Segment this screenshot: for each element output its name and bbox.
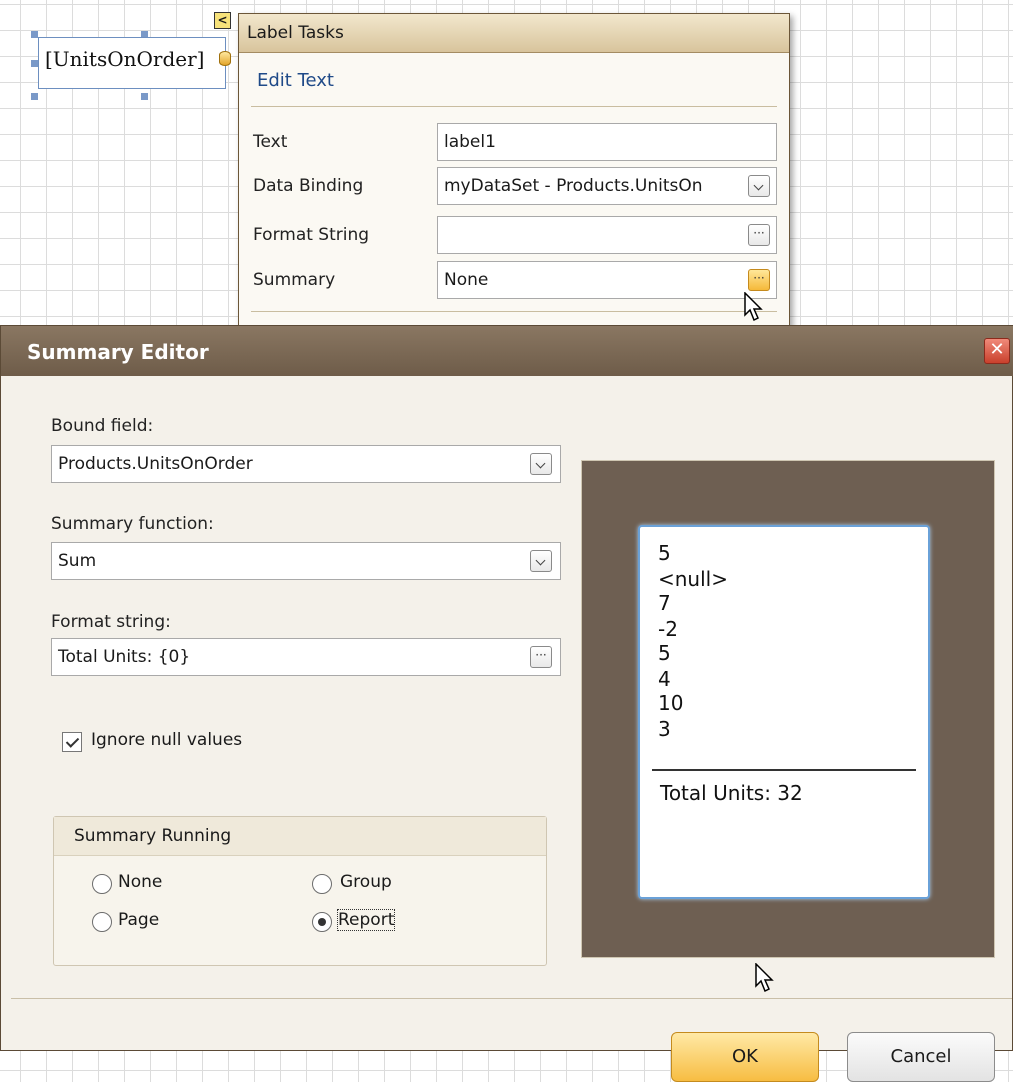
- radio-page[interactable]: [92, 912, 112, 932]
- report-label-text: [UnitsOnOrder]: [45, 47, 205, 71]
- summary-function-label: Summary function:: [51, 514, 214, 534]
- preview-value: 10: [658, 691, 684, 715]
- summary-value: None: [444, 270, 489, 290]
- preview-panel: 5 <null> 7 -2 5 4 10 3 Total Units: 32: [581, 460, 995, 958]
- format-string-field[interactable]: Total Units: {0} ···: [51, 638, 561, 676]
- preview-value: 5: [658, 641, 671, 665]
- radio-page-label[interactable]: Page: [118, 910, 159, 930]
- checkmark-icon: [65, 734, 80, 748]
- summary-field[interactable]: None ···: [437, 261, 777, 299]
- data-binding-value: myDataSet - Products.UnitsOn: [444, 176, 703, 196]
- bound-field-dropdown[interactable]: Products.UnitsOnOrder: [51, 445, 561, 483]
- bound-field-label: Bound field:: [51, 416, 154, 436]
- ellipsis-button[interactable]: ···: [530, 646, 552, 668]
- label-tasks-panel: Label Tasks Edit Text Text label1 Data B…: [238, 13, 790, 353]
- summary-label: Summary: [253, 270, 336, 290]
- dropdown-button[interactable]: [748, 175, 770, 197]
- data-binding-dropdown[interactable]: myDataSet - Products.UnitsOn: [437, 167, 777, 205]
- summary-running-group: Summary Running None Group Page Report: [53, 816, 547, 966]
- label-tasks-title: Label Tasks: [239, 14, 789, 53]
- mouse-cursor-icon: [744, 292, 763, 322]
- data-binding-label: Data Binding: [253, 176, 364, 196]
- summary-running-title: Summary Running: [54, 817, 546, 856]
- preview-value: 5: [658, 541, 671, 565]
- preview-total: Total Units: 32: [660, 781, 803, 805]
- chevron-down-icon: [753, 180, 764, 191]
- resize-handle[interactable]: [31, 93, 38, 100]
- resize-handle[interactable]: [31, 60, 38, 67]
- preview-value: 7: [658, 591, 671, 615]
- radio-group[interactable]: [312, 874, 332, 894]
- dialog-body: Bound field: Products.UnitsOnOrder Summa…: [11, 376, 1012, 1082]
- bound-field-value: Products.UnitsOnOrder: [58, 454, 253, 474]
- radio-none-label[interactable]: None: [118, 872, 162, 892]
- text-label: Text: [253, 132, 288, 152]
- radio-report[interactable]: [312, 912, 332, 932]
- summary-ellipsis-button[interactable]: ···: [748, 269, 770, 291]
- dropdown-button[interactable]: [530, 453, 552, 475]
- radio-group-label[interactable]: Group: [340, 872, 392, 892]
- divider: [251, 106, 777, 107]
- text-field[interactable]: label1: [437, 123, 777, 161]
- edit-text-link[interactable]: Edit Text: [257, 70, 334, 91]
- preview-value: 4: [658, 667, 671, 691]
- radio-selected-dot: [318, 918, 326, 926]
- dialog-title-bar: Summary Editor: [1, 326, 1013, 376]
- dialog-title: Summary Editor: [27, 340, 209, 364]
- preview-value: 3: [658, 717, 671, 741]
- chevron-down-icon: [535, 458, 546, 469]
- summary-function-value: Sum: [58, 551, 97, 571]
- cancel-button[interactable]: Cancel: [847, 1032, 995, 1082]
- preview-value: <null>: [658, 567, 728, 591]
- summary-function-dropdown[interactable]: Sum: [51, 542, 561, 580]
- chevron-down-icon: [535, 555, 546, 566]
- report-label-control[interactable]: [UnitsOnOrder]: [38, 37, 226, 89]
- ellipsis-button[interactable]: ···: [748, 224, 770, 246]
- format-string-label: Format String: [253, 225, 370, 245]
- format-string-value: Total Units: {0}: [58, 647, 191, 667]
- dropdown-button[interactable]: [530, 550, 552, 572]
- divider: [251, 311, 777, 312]
- radio-report-label[interactable]: Report: [336, 909, 396, 931]
- format-string-label: Format string:: [51, 612, 171, 632]
- footer-divider: [11, 998, 1012, 999]
- smart-tag-button[interactable]: <: [214, 12, 231, 29]
- mouse-cursor-icon: [755, 963, 774, 993]
- ignore-null-checkbox[interactable]: [62, 732, 82, 752]
- text-field-value: label1: [444, 132, 496, 152]
- preview-card: 5 <null> 7 -2 5 4 10 3 Total Units: 32: [638, 525, 930, 899]
- close-icon[interactable]: ✕: [984, 338, 1010, 364]
- database-icon: [219, 51, 231, 66]
- resize-handle[interactable]: [31, 31, 38, 38]
- summary-editor-dialog: Summary Editor ✕ Bound field: Products.U…: [0, 325, 1013, 1082]
- total-divider: [652, 769, 916, 771]
- ok-button[interactable]: OK: [671, 1032, 819, 1082]
- format-string-field[interactable]: ···: [437, 216, 777, 254]
- preview-value: -2: [658, 617, 678, 641]
- radio-none[interactable]: [92, 874, 112, 894]
- ignore-null-label[interactable]: Ignore null values: [91, 730, 242, 750]
- resize-handle[interactable]: [141, 93, 148, 100]
